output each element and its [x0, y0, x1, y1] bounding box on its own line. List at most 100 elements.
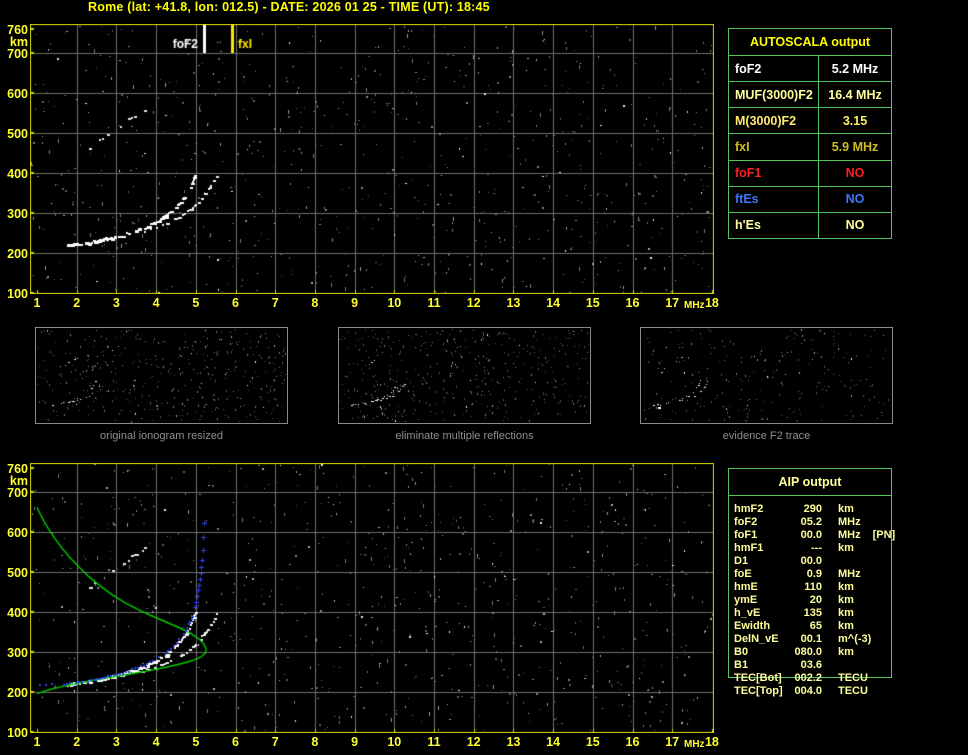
x-tick-label: 11 [427, 296, 441, 310]
autoscala-output-table: AUTOSCALA output foF2 5.2 MHz MUF(3000)F2 1… [728, 28, 892, 239]
y-tick-label: 500 [7, 126, 28, 141]
caption-evidence-f2: evidence F2 trace [722, 430, 811, 442]
aip-row-name: TEC[Bot] [734, 672, 782, 684]
y-tick-label: 400 [7, 605, 28, 620]
thumbnail-evidence-f2-canvas [641, 328, 892, 423]
aip-row-unit: km [838, 607, 854, 619]
x-tick-label: 12 [466, 296, 481, 310]
x-tick-label: 7 [271, 735, 279, 749]
autoscala-row: foF2 5.2 MHz [729, 56, 891, 83]
aip-row: foF1 00.0 MHz [PN] [728, 529, 898, 542]
aip-row-name: B0 [734, 646, 749, 658]
x-tick-label: 17 [665, 296, 680, 310]
x-tick-label: 1 [33, 296, 41, 310]
aip-row: hmF2 290 km [728, 503, 898, 516]
x-tick-label: 17 [665, 735, 680, 749]
aip-row-value: 290 [803, 503, 822, 515]
x-tick-label: 13 [506, 735, 521, 749]
aip-row-unit: MHz [838, 529, 861, 541]
aip-row-unit: km [838, 620, 854, 632]
autoscala-table-rows: foF2 5.2 MHz MUF(3000)F2 16.4 MHz M(3000)F2 3… [729, 56, 891, 238]
aip-row: DelN_vE 00.1 m^(-3) [728, 633, 898, 646]
autoscala-row-value: 5.2 MHz [831, 61, 879, 76]
aip-row-unit: TECU [838, 672, 868, 684]
aip-row: B0 080.0 km [728, 646, 898, 659]
x-tick-label: 9 [351, 735, 359, 749]
x-tick-label: 14 [546, 735, 561, 749]
x-tick-label: 4 [152, 735, 160, 749]
autoscala-row-value: 3.15 [842, 113, 868, 128]
aip-row: ymE 20 km [728, 594, 898, 607]
aip-table-title: AIP output [729, 469, 891, 496]
x-tick-label: 8 [311, 735, 319, 749]
aip-row-value: --- [811, 542, 822, 554]
x-tick-label: 4 [152, 296, 160, 310]
aip-row-unit: TECU [838, 685, 868, 697]
aip-row: h_vE 135 km [728, 607, 898, 620]
aip-row-name: hmF1 [734, 542, 764, 554]
autoscala-row: MUF(3000)F2 16.4 MHz [729, 82, 891, 109]
aip-row-name: hmE [734, 581, 758, 593]
aip-row-value: 080.0 [794, 646, 822, 658]
aip-row: foE 0.9 MHz [728, 568, 898, 581]
aip-row-value: 002.2 [794, 672, 822, 684]
thumbnail-original-ionogram [35, 327, 288, 424]
aip-row-unit: km [838, 581, 854, 593]
aip-row-unit: km [838, 594, 854, 606]
autoscala-row-label: foF1 [729, 160, 819, 186]
aip-row-value: 110 [804, 581, 822, 593]
x-tick-label: 16 [625, 735, 640, 749]
x-tick-label: 2 [73, 296, 81, 310]
aip-row-value: 05.2 [800, 516, 822, 528]
aip-row: D1 00.0 [728, 555, 898, 568]
aip-row-name: ymE [734, 594, 758, 606]
aip-row-value: 135 [803, 607, 822, 619]
autoscala-table-title: AUTOSCALA output [729, 29, 891, 56]
aip-row-value: 20 [809, 594, 822, 606]
thumbnail-eliminate-reflections-canvas [339, 328, 590, 423]
caption-original-ionogram: original ionogram resized [100, 430, 223, 442]
aip-row: TEC[Bot] 002.2 TECU [728, 672, 898, 685]
aip-row-value: 00.1 [800, 633, 822, 645]
aip-row-value: 03.6 [800, 659, 822, 671]
x-tick-label: 2 [73, 735, 81, 749]
x-tick-label: 15 [585, 735, 600, 749]
aip-row-value: 65 [809, 620, 822, 632]
autoscala-output-screen: Rome (lat: +41.8, lon: 012.5) - DATE: 20… [0, 0, 968, 755]
autoscala-row-value: NO [845, 218, 865, 233]
y-tick-label: 600 [7, 86, 28, 101]
thumbnail-eliminate-reflections [338, 327, 591, 424]
aip-row-value: 00.0 [800, 529, 822, 541]
y-tick-label: 200 [7, 685, 28, 700]
aip-row-name: foE [734, 568, 752, 580]
x-tick-label: 5 [192, 296, 200, 310]
aip-row: TEC[Top] 004.0 TECU [728, 685, 898, 698]
top-ionogram-plot [30, 24, 714, 294]
autoscala-row-label: fxI [729, 134, 819, 160]
x-tick-label: 14 [546, 296, 561, 310]
aip-row-name: DelN_vE [734, 633, 779, 645]
y-tick-label: 200 [7, 246, 28, 261]
x-tick-label: 8 [311, 296, 319, 310]
aip-row: hmF1 --- km [728, 542, 898, 555]
autoscala-row-label: foF2 [729, 56, 819, 82]
autoscala-row-label: M(3000)F2 [729, 108, 819, 134]
x-tick-label: 13 [506, 296, 521, 310]
aip-row-name: D1 [734, 555, 749, 567]
x-tick-label: 6 [232, 296, 239, 310]
aip-row-value: 004.0 [794, 685, 822, 697]
y-tick-label: 300 [7, 645, 28, 660]
aip-row-name: hmF2 [734, 503, 764, 515]
aip-row: hmE 110 km [728, 581, 898, 594]
x-tick-label: 3 [112, 296, 120, 310]
thumbnail-original-ionogram-canvas [36, 328, 287, 423]
autoscala-row: fxI 5.9 MHz [729, 134, 891, 161]
aip-row-unit: km [838, 542, 854, 554]
autoscala-row-value: 16.4 MHz [828, 87, 882, 102]
autoscala-row: ftEs NO [729, 186, 891, 213]
x-axis-unit-label: MHz [684, 739, 705, 750]
aip-row-name: Ewidth [734, 620, 771, 632]
x-tick-label: 6 [232, 735, 239, 749]
aip-row-value: 0.9 [806, 568, 822, 580]
aip-row-unit: m^(-3) [838, 633, 872, 645]
